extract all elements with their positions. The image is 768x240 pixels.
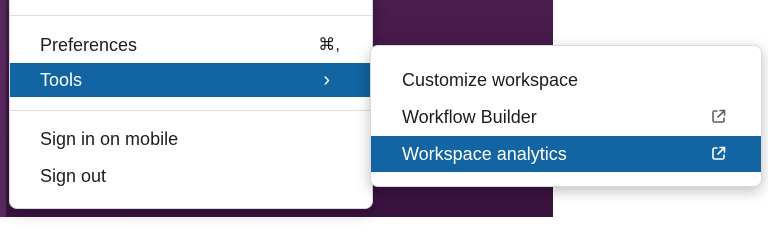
menu-item-sign-out[interactable]: Sign out [10,159,372,193]
menu-divider [10,15,372,16]
menu-item-label: Sign out [40,165,107,186]
submenu-item-label: Customize workspace [402,69,579,90]
menu-divider [10,110,372,111]
submenu-item-workspace-analytics[interactable]: Workspace analytics [371,136,761,172]
submenu-item-label: Workspace analytics [402,143,567,164]
workspace-menu: Preferences ⌘, Tools › Sign in on mobile… [9,0,373,209]
menu-item-label: Sign in on mobile [40,128,179,149]
submenu-item-label: Workflow Builder [402,106,537,127]
external-link-icon [710,145,727,162]
menu-item-tools[interactable]: Tools › [10,63,372,97]
submenu-item-customize-workspace[interactable]: Customize workspace [371,62,761,98]
menu-item-label: Preferences [40,34,138,55]
sidebar-edge [0,0,6,217]
tools-submenu: Customize workspace Workflow Builder Wor… [370,45,762,187]
chevron-right-icon: › [323,68,330,91]
menu-item-sign-in-mobile[interactable]: Sign in on mobile [10,122,372,156]
menu-item-preferences[interactable]: Preferences ⌘, [10,28,372,62]
shortcut-label: ⌘, [318,35,340,54]
external-link-icon [710,108,727,125]
submenu-item-workflow-builder[interactable]: Workflow Builder [371,99,761,135]
menu-item-label: Tools [40,69,83,90]
